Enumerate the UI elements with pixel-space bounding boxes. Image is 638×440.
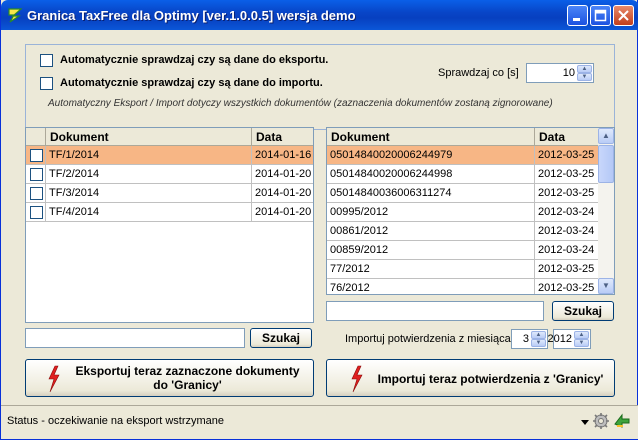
scroll-down-button[interactable]: ▼: [598, 278, 614, 294]
row-checkbox[interactable]: [30, 149, 43, 162]
auto-import-label: Automatycznie sprawdzaj czy są dane do i…: [60, 77, 323, 89]
import-grid-header: Dokument Data: [327, 128, 600, 146]
table-row[interactable]: 00859/2012 2012-03-24: [327, 241, 600, 260]
spinner-arrows[interactable]: ▲ ▼: [577, 65, 592, 81]
spinner-arrows[interactable]: ▲ ▼: [531, 331, 546, 347]
export-search-button[interactable]: Szukaj: [250, 328, 312, 348]
dropdown-icon[interactable]: [581, 418, 589, 426]
spinner-arrows[interactable]: ▲ ▼: [574, 331, 589, 347]
import-month-label: Importuj potwierdzenia z miesiąca: [345, 333, 511, 345]
month-value: 3: [522, 333, 529, 345]
year-value: 2012: [547, 333, 572, 345]
row-checkbox[interactable]: [30, 187, 43, 200]
import-now-label: Importuj teraz potwierdzenia z 'Granicy': [377, 372, 604, 386]
status-text: Status - oczekiwanie na eksport wstrzyma…: [7, 415, 225, 427]
table-row[interactable]: TF/4/2014 2014-01-20: [26, 203, 313, 222]
check-every-spinner[interactable]: 10 ▲ ▼: [526, 63, 594, 83]
client-area: Automatycznie sprawdzaj czy są dane do e…: [5, 30, 635, 436]
scroll-up-button[interactable]: ▲: [598, 128, 614, 144]
row-checkbox[interactable]: [30, 168, 43, 181]
app-icon: [8, 8, 23, 23]
table-row[interactable]: TF/3/2014 2014-01-20: [26, 184, 313, 203]
lightning-icon: [48, 365, 60, 393]
export-now-button[interactable]: Eksportuj teraz zaznaczone dokumenty do …: [25, 359, 314, 397]
export-search-input[interactable]: [25, 328, 245, 348]
maximize-icon: [594, 9, 607, 22]
table-row[interactable]: 77/2012 2012-03-25: [327, 260, 600, 279]
gear-icon[interactable]: [592, 412, 610, 430]
import-col-date[interactable]: Data: [535, 128, 600, 146]
maximize-button[interactable]: [590, 5, 611, 26]
import-search-input[interactable]: [326, 301, 544, 321]
import-search-button[interactable]: Szukaj: [552, 301, 614, 321]
close-button[interactable]: [613, 5, 634, 26]
row-checkbox[interactable]: [30, 206, 43, 219]
export-col-date[interactable]: Data: [252, 128, 313, 146]
auto-export-label: Automatycznie sprawdzaj czy są dane do e…: [60, 54, 329, 66]
import-now-button[interactable]: Importuj teraz potwierdzenia z 'Granicy': [326, 359, 615, 397]
auto-note: Automatyczny Eksport / Import dotyczy ws…: [48, 98, 553, 109]
title-bar[interactable]: Granica TaxFree dla Optimy [ver.1.0.0.5]…: [1, 0, 638, 30]
table-row[interactable]: 05014840020006244998 2012-03-25: [327, 165, 600, 184]
import-document-grid[interactable]: Dokument Data 05014840020006244979 2012-…: [326, 127, 615, 295]
main-window: Granica TaxFree dla Optimy [ver.1.0.0.5]…: [0, 0, 638, 440]
scroll-thumb[interactable]: [598, 145, 614, 183]
table-row[interactable]: 00861/2012 2012-03-24: [327, 222, 600, 241]
window-title: Granica TaxFree dla Optimy [ver.1.0.0.5]…: [27, 8, 356, 23]
close-icon: [618, 10, 629, 21]
month-spinner[interactable]: 3 ▲ ▼: [511, 329, 548, 349]
year-spinner[interactable]: 2012 ▲ ▼: [548, 329, 591, 349]
check-every-label: Sprawdzaj co [s]: [438, 67, 519, 79]
arrow-icon[interactable]: [613, 412, 631, 430]
table-row[interactable]: 05014840036006311274 2012-03-25: [327, 184, 600, 203]
status-bar: Status - oczekiwanie na eksport wstrzyma…: [1, 405, 638, 439]
minimize-button[interactable]: [567, 5, 588, 26]
lightning-icon: [351, 365, 363, 393]
minimize-icon: [573, 18, 580, 21]
import-col-document[interactable]: Dokument: [327, 128, 535, 146]
table-row[interactable]: 05014840020006244979 2012-03-25: [327, 146, 600, 165]
auto-export-checkbox[interactable]: [40, 54, 53, 67]
export-now-label: Eksportuj teraz zaznaczone dokumenty do …: [75, 364, 300, 392]
auto-import-checkbox[interactable]: [40, 77, 53, 90]
export-col-document[interactable]: Dokument: [46, 128, 252, 146]
table-row[interactable]: 00995/2012 2012-03-24: [327, 203, 600, 222]
table-row[interactable]: 76/2012 2012-03-25: [327, 279, 600, 294]
import-grid-scrollbar[interactable]: ▲ ▼: [598, 128, 614, 294]
export-grid-header: Dokument Data: [26, 128, 313, 146]
auto-options-panel: Automatycznie sprawdzaj czy są dane do e…: [25, 44, 615, 130]
table-row[interactable]: TF/1/2014 2014-01-16: [26, 146, 313, 165]
check-every-value: 10: [562, 67, 575, 79]
export-document-grid[interactable]: Dokument Data TF/1/2014 2014-01-16 TF/2/…: [25, 127, 314, 323]
table-row[interactable]: TF/2/2014 2014-01-20: [26, 165, 313, 184]
